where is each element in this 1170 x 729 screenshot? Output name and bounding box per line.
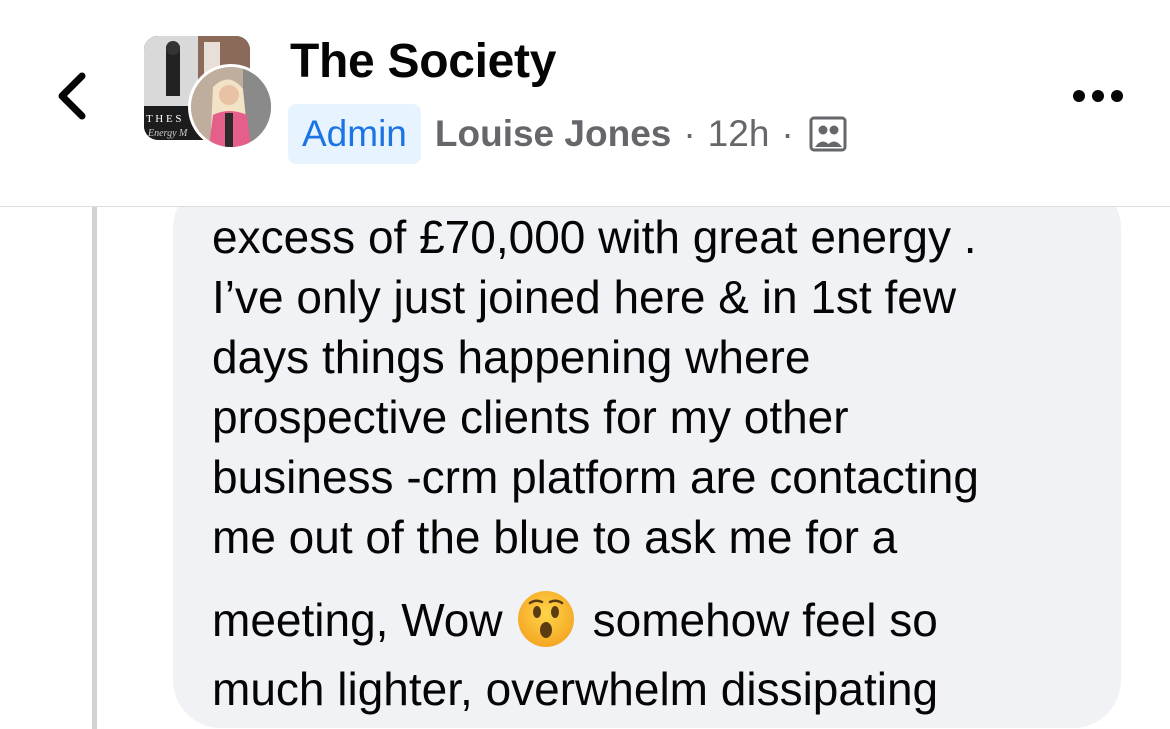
author-avatar[interactable] — [188, 64, 274, 150]
comment-line: meeting, Wow somehow feel so — [212, 581, 1112, 659]
post-timestamp[interactable]: 12h — [708, 113, 770, 155]
meta-separator: · — [683, 113, 696, 154]
post-meta: Admin Louise Jones · 12h · — [288, 104, 848, 164]
svg-text:T H E S: T H E S — [146, 113, 182, 125]
comment-line: much lighter, overwhelm dissipating — [212, 663, 939, 715]
hushed-face-emoji-icon — [517, 590, 575, 648]
group-name[interactable]: The Society — [290, 34, 556, 89]
comment-text-segment: somehow feel so — [592, 594, 938, 646]
back-button[interactable] — [40, 62, 104, 130]
meta-separator: · — [781, 113, 794, 154]
more-horizontal-icon — [1073, 90, 1123, 102]
comment-thread-line — [92, 206, 97, 729]
comment-body: excess of £70,000 with great energy . I’… — [212, 207, 1112, 719]
comment-line: prospective clients for my other — [212, 391, 849, 443]
post-header: T H E S Energy M The Society Admin Louis… — [0, 0, 1170, 207]
more-options-button[interactable] — [1066, 76, 1130, 116]
admin-badge: Admin — [288, 104, 421, 164]
author-name[interactable]: Louise Jones — [435, 113, 671, 155]
comment-text-segment: meeting, Wow — [212, 594, 503, 646]
svg-text:Energy M: Energy M — [147, 128, 188, 139]
group-members-icon — [808, 114, 848, 154]
comment-line: me out of the blue to ask me for a — [212, 511, 898, 563]
chevron-left-icon — [58, 72, 86, 120]
comment-line: excess of £70,000 with great energy . — [212, 211, 977, 263]
comment-line: days things happening where — [212, 331, 811, 383]
post-comment-view: T H E S Energy M The Society Admin Louis… — [0, 0, 1170, 729]
comment-line: I’ve only just joined here & in 1st few — [212, 271, 957, 323]
comment-line: business -crm platform are contacting — [212, 451, 979, 503]
